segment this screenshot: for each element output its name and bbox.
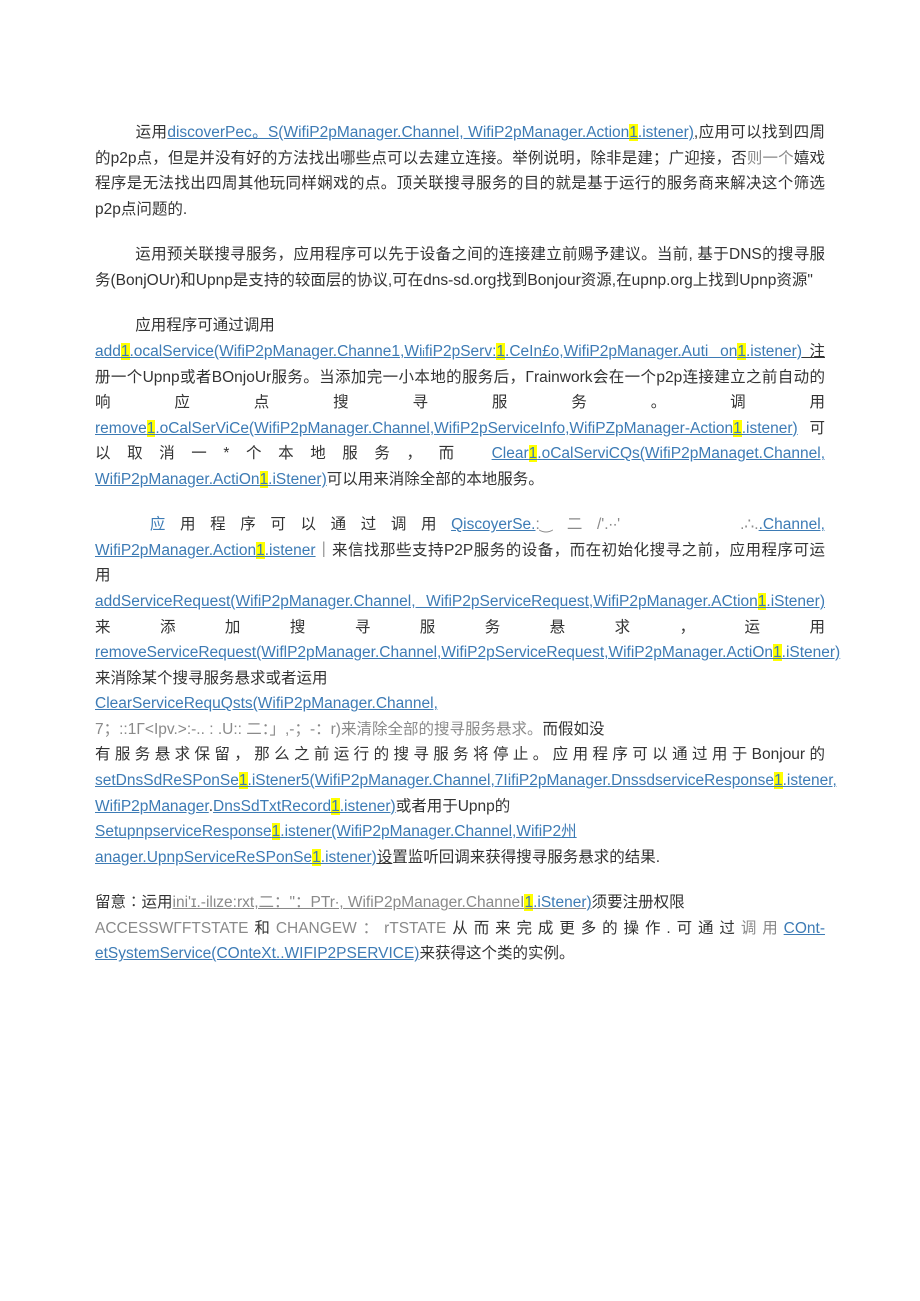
- text: 册一个Upnp或者BOnjoUr服务。当添加完一小本地的服务后，Γrainwor…: [95, 369, 825, 412]
- text: 有服务悬求保留，那么之前运行的搜寻服务将停止。应用程序可以通过用于Bonjour…: [95, 746, 825, 763]
- text: 来添加搜寻服务悬求，运用: [95, 619, 825, 636]
- text: 和: [249, 920, 276, 937]
- link-setupnpserviceresponse[interactable]: SetupnpserviceResponse1.istener(WifiP2pM…: [95, 823, 454, 840]
- text: .∴.: [740, 516, 758, 533]
- paragraph-5: 留意∶运用ini'ɪ.-ilιze:rxt,二："：PTr∙, WifiP2pM…: [95, 890, 825, 967]
- text: 置监听回调来获得搜寻服务悬求的结果.: [392, 849, 660, 866]
- text: 而假如没: [542, 721, 604, 738]
- text: 注: [802, 343, 825, 360]
- link-dnssdtxt[interactable]: DnsSdTxtRecord1.istener): [213, 798, 396, 815]
- text: 应: [135, 516, 180, 533]
- text: 可以用来消除全部的本地服务。: [327, 471, 544, 488]
- text: 或者用于Upnp的: [396, 798, 511, 815]
- link-initialize[interactable]: ini'ɪ.-ilιze:rxt,二："：PTr∙, WifiP2pManage…: [173, 894, 592, 911]
- text: 从而来完成更多的操作.可通过: [446, 920, 740, 937]
- link-discoverpeers[interactable]: discoverPec。S(WifiP2pManager.Channel, Wi…: [167, 124, 694, 141]
- text: 设: [377, 849, 393, 866]
- document-page: 运用discoverPec。S(WifiP2pManager.Channel, …: [0, 0, 920, 1301]
- text: 用程序可以通过调用: [180, 516, 451, 533]
- link-removeservicerequest[interactable]: removeServiceRequest(WiflP2pManager.Chan…: [95, 644, 840, 661]
- link-setdnssdresponse[interactable]: setDnsSdReSPonSe1.iStener5(WifiP2pManage…: [95, 772, 837, 789]
- text: 来消除某个搜寻服务悬求或者运用: [95, 670, 328, 687]
- text: CHANGEW：rTSTATE: [276, 920, 447, 937]
- link-discoverservices[interactable]: QiscoyerSe.: [451, 516, 535, 533]
- text: 留意∶运用: [95, 894, 173, 911]
- link-clearservicerequests[interactable]: ClearServiceRequQsts(WifiP2pManager.Chan…: [95, 695, 438, 712]
- text: 运用预关联搜寻服务，应用程序可以先于设备之间的连接建立前赐予建议。当前, 基于D…: [95, 246, 825, 289]
- text: 须要注册权限: [592, 894, 685, 911]
- text: 则一个: [747, 150, 794, 167]
- text: 来清除全部的搜寻服务悬求。: [341, 721, 543, 738]
- text: 应用程序可通过调用: [135, 317, 275, 334]
- link-wifip2pmanager[interactable]: WifiP2pManager: [95, 798, 209, 815]
- paragraph-3: 应用程序可通过调用 add1.ocalService(WifiP2pManage…: [95, 313, 825, 492]
- text: :‿⼆/'.∙∙': [535, 516, 620, 533]
- paragraph-2: 运用预关联搜寻服务，应用程序可以先于设备之间的连接建立前赐予建议。当前, 基于D…: [95, 242, 825, 293]
- text: 来获得这个类的实例。: [419, 945, 574, 962]
- text: 调用: [741, 920, 784, 937]
- paragraph-4: 应用程序可以通过调用QiscoyerSe.:‿⼆/'.∙∙'.∴..Channe…: [95, 512, 825, 870]
- text: ACCESSWΓFTSTATE: [95, 920, 249, 937]
- paragraph-1: 运用discoverPec。S(WifiP2pManager.Channel, …: [95, 120, 825, 222]
- text: 运用: [135, 124, 167, 141]
- link-addservicerequest[interactable]: addServiceRequest(WifiP2pManager.Channel…: [95, 593, 825, 610]
- link-addlocalservice[interactable]: add1.ocalService(WifiP2pManager.Channe1,…: [95, 343, 802, 360]
- link-removelocalservice[interactable]: remove1.oCalSerViCe(WifiP2pManager.Chann…: [95, 420, 798, 437]
- link-upnpserviceresponse[interactable]: anager.UpnpServiceReSPonSe1.istener): [95, 849, 377, 866]
- text: 7；::1Γ<Ιpv.>:-.. : .U:: 二：」,-；-：r): [95, 721, 341, 738]
